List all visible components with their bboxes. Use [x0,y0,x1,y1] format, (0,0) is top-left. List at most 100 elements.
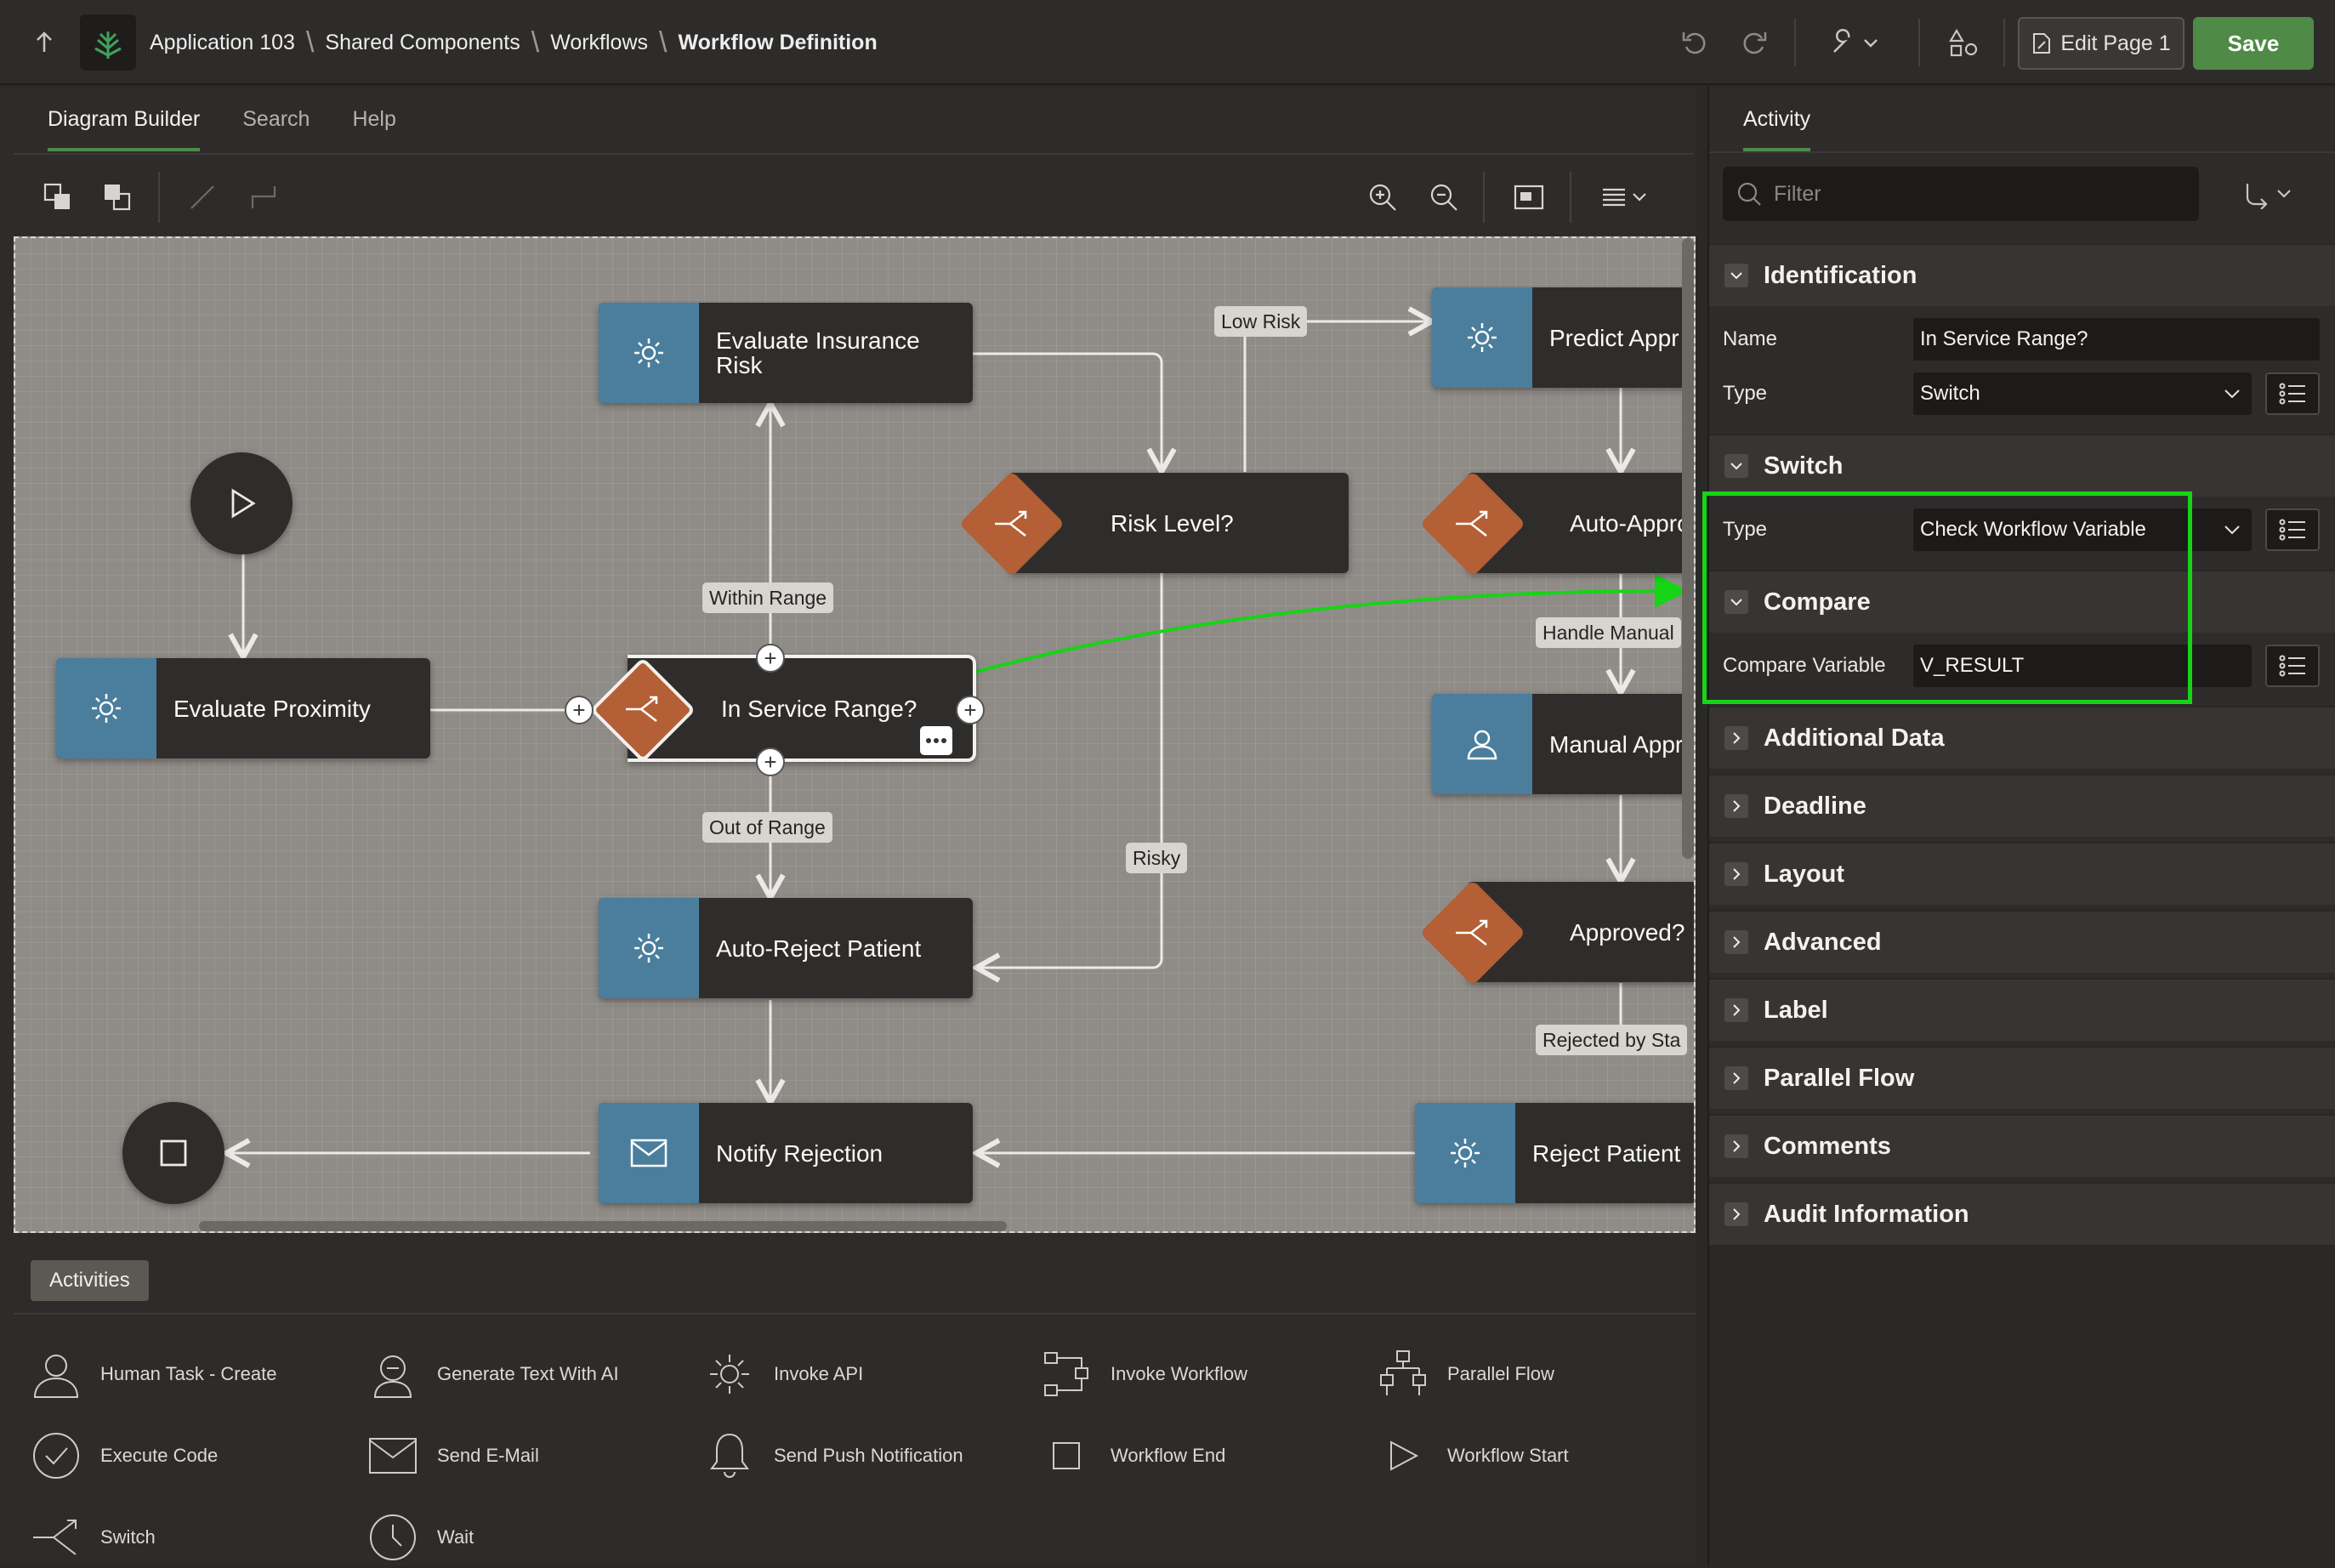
palette-item-label: Send Push Notification [774,1445,963,1466]
more-options-icon[interactable] [920,726,952,755]
straight-connector-icon[interactable] [184,179,221,216]
add-connector-right[interactable]: + [956,696,985,724]
divider [2003,19,2005,66]
play-icon [1376,1429,1430,1483]
vertical-scrollbar[interactable] [1682,238,1694,859]
section-title: Deadline [1764,792,1866,820]
tab-search[interactable]: Search [234,87,344,151]
section-additional-data[interactable]: Additional Data [1709,706,2335,769]
list-options-button[interactable] [2265,372,2320,415]
activities-palette: Activities Human Task - Create Generate … [14,1247,1696,1565]
node-evaluate-proximity[interactable]: Evaluate Proximity [56,658,430,758]
edit-page-button[interactable]: Edit Page 1 [2018,17,2184,70]
save-button[interactable]: Save [2193,17,2314,70]
horizontal-scrollbar[interactable] [199,1221,1007,1231]
node-reject-patient[interactable]: Reject Patient [1415,1103,1694,1203]
node-label: Auto-Approv [1570,509,1696,537]
edge-label-low-risk[interactable]: Low Risk [1214,306,1308,337]
section-advanced[interactable]: Advanced [1709,910,2335,973]
send-backward-icon[interactable] [99,179,136,216]
bring-forward-icon[interactable] [39,179,77,216]
node-label: Manual Appr [1549,730,1684,758]
type-select[interactable]: Switch [1913,372,2252,415]
gear-icon [56,658,156,758]
section-audit-information[interactable]: Audit Information [1709,1182,2335,1245]
tab-activities[interactable]: Activities [31,1260,149,1301]
workflow-canvas[interactable]: Evaluate Insurance Risk Predict Appr Eva… [14,236,1696,1233]
node-auto-reject-patient[interactable]: Auto-Reject Patient [599,898,973,998]
palette-item-workflow-start[interactable]: Workflow Start [1376,1425,1569,1486]
section-switch[interactable]: Switch [1709,434,2335,497]
palette-item-execute-code[interactable]: Execute Code [29,1425,218,1486]
palette-item-label: Workflow Start [1447,1445,1569,1466]
breadcrumb-application[interactable]: Application 103 [150,31,295,55]
zoom-in-icon[interactable] [1364,179,1401,216]
section-parallel-flow[interactable]: Parallel Flow [1709,1046,2335,1109]
add-connector-bottom[interactable]: + [756,747,785,776]
workflow-end-node[interactable] [122,1102,224,1204]
palette-item-workflow-end[interactable]: Workflow End [1039,1425,1225,1486]
node-notify-rejection[interactable]: Notify Rejection [599,1103,973,1203]
palette-item-wait[interactable]: Wait [366,1507,474,1568]
orthogonal-connector-icon[interactable] [245,179,282,216]
palette-item-parallel-flow[interactable]: Parallel Flow [1376,1344,1554,1405]
section-layout[interactable]: Layout [1709,842,2335,905]
play-icon [231,488,256,519]
palette-item-label: Workflow End [1111,1445,1226,1466]
up-arrow-icon[interactable] [26,17,63,68]
email-icon [599,1103,699,1203]
tab-activity[interactable]: Activity [1743,87,1811,151]
redo-icon[interactable] [1733,17,1775,68]
filter-input[interactable]: Filter [1723,167,2199,221]
list-icon [2279,519,2305,541]
palette-item-invoke-workflow[interactable]: Invoke Workflow [1039,1344,1247,1405]
edge-label-rejected-by[interactable]: Rejected by Sta [1536,1025,1688,1055]
list-options-button[interactable] [2265,508,2320,551]
go-to-group-icon[interactable] [2241,177,2298,213]
zoom-out-icon[interactable] [1425,179,1463,216]
tab-diagram-builder[interactable]: Diagram Builder [14,87,234,151]
utilities-wrench-icon[interactable] [1827,17,1883,68]
edge-label-risky[interactable]: Risky [1126,843,1188,873]
name-field[interactable]: In Service Range? [1913,318,2320,361]
switch-icon [29,1510,83,1565]
palette-item-switch[interactable]: Switch [29,1507,156,1568]
section-label[interactable]: Label [1709,978,2335,1041]
node-evaluate-insurance-risk[interactable]: Evaluate Insurance Risk [599,303,973,403]
breadcrumb-workflows[interactable]: Workflows [550,31,648,55]
palette-item-invoke-api[interactable]: Invoke API [702,1344,863,1405]
node-label: Reject Patient [1532,1139,1681,1167]
layout-menu-icon[interactable] [1597,179,1656,216]
node-label: Approved? [1570,918,1685,946]
undo-icon[interactable] [1673,17,1716,68]
chevron-right-icon [1724,1066,1748,1090]
edge-label-within-range[interactable]: Within Range [702,582,834,613]
breadcrumb-shared-components[interactable]: Shared Components [325,31,520,55]
palette-item-human-task[interactable]: Human Task - Create [29,1344,276,1405]
filter-placeholder: Filter [1774,181,1821,206]
list-options-button[interactable] [2265,645,2320,687]
palette-item-send-push[interactable]: Send Push Notification [702,1425,963,1486]
palette-item-send-email[interactable]: Send E-Mail [366,1425,539,1486]
bell-icon [702,1429,757,1483]
gear-icon [599,898,699,998]
tab-help[interactable]: Help [344,87,429,151]
annotation-highlight-box [1702,491,2192,704]
palette-item-generate-text-ai[interactable]: Generate Text With AI [366,1344,619,1405]
edge-label-handle-manual[interactable]: Handle Manual [1536,617,1681,648]
palette-item-label: Invoke API [774,1363,864,1384]
fit-to-screen-icon[interactable] [1510,179,1548,216]
type-select-value: Switch [1920,382,1980,405]
apex-logo-icon[interactable] [80,14,136,71]
shared-components-icon[interactable] [1942,17,1985,68]
add-connector-left[interactable]: + [565,696,594,724]
section-identification[interactable]: Identification [1709,243,2335,306]
add-connector-top[interactable]: + [756,644,785,673]
section-comments[interactable]: Comments [1709,1114,2335,1177]
workflow-start-node[interactable] [190,452,293,554]
node-predict-approval[interactable]: Predict Appr [1432,287,1694,388]
edge-label-out-of-range[interactable]: Out of Range [702,812,832,843]
chevron-down-icon [2224,526,2240,535]
node-manual-approval[interactable]: Manual Appr [1432,694,1694,794]
section-deadline[interactable]: Deadline [1709,774,2335,837]
